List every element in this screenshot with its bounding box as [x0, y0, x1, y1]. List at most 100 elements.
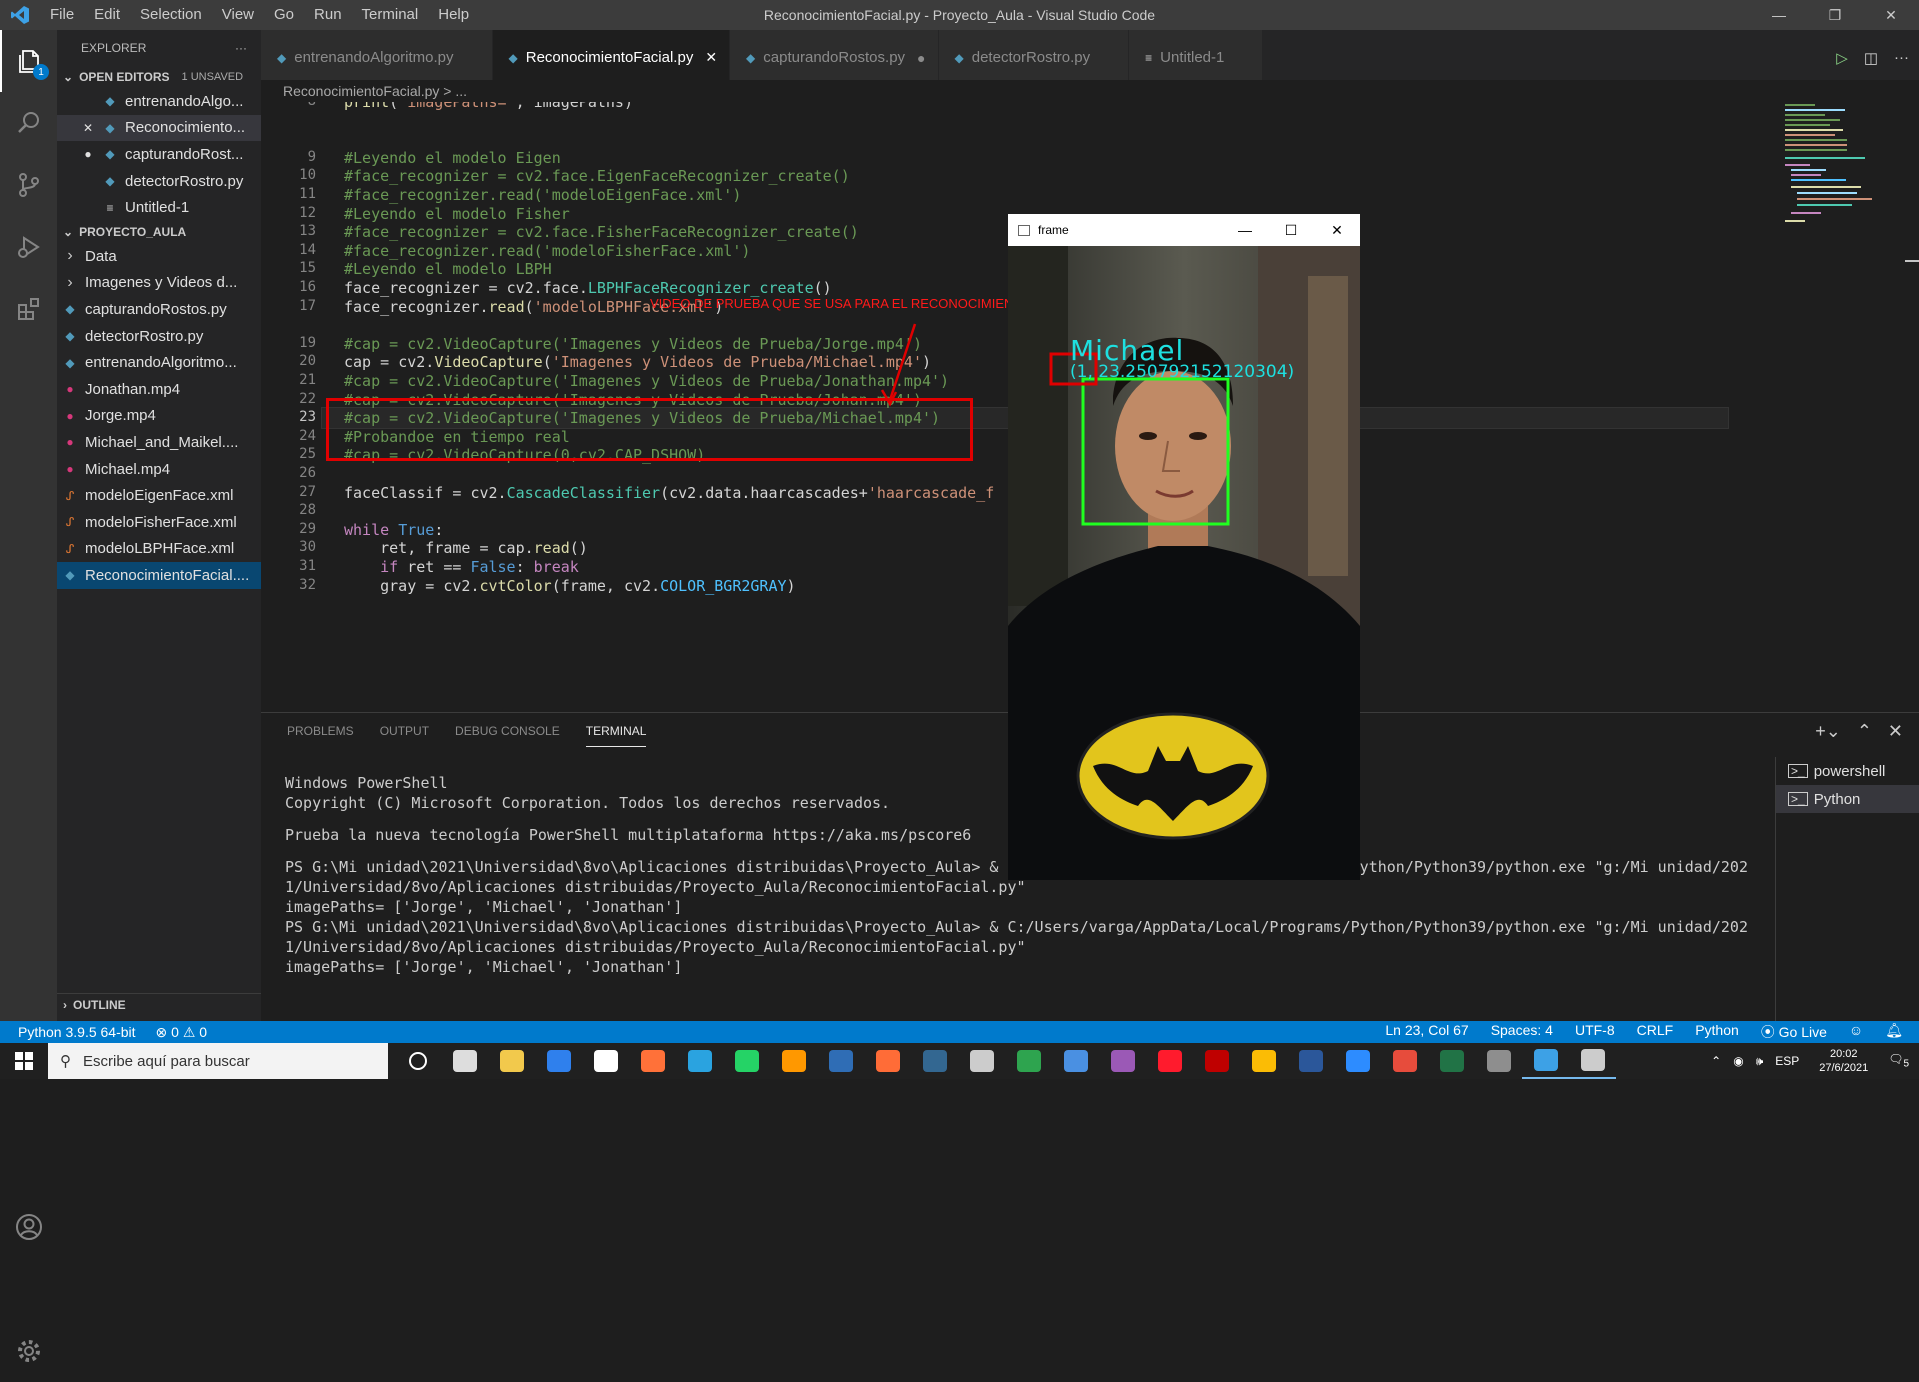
open-editor-item[interactable]: ● ◆ capturandoRost... — [57, 141, 261, 168]
problems-count[interactable]: ⊗ 0 ⚠ 0 — [156, 1024, 208, 1041]
file-explorer-icon[interactable] — [488, 1043, 535, 1079]
terminal-instance[interactable]: >_ Python — [1776, 785, 1919, 813]
run-debug-icon[interactable] — [0, 216, 57, 278]
taskbar-clock[interactable]: 20:02 27/6/2021 — [1819, 1047, 1868, 1075]
filezilla-icon[interactable] — [1193, 1043, 1240, 1079]
sublime-icon[interactable] — [770, 1043, 817, 1079]
notifications-bell-icon[interactable]: 🔔︎ — [1885, 1022, 1903, 1042]
editor-scrollbar[interactable] — [1905, 260, 1919, 262]
panel-tab-debug-console[interactable]: DEBUG CONSOLE — [455, 716, 560, 746]
source-control-icon[interactable] — [0, 154, 57, 216]
cursor-position[interactable]: Ln 23, Col 67 — [1385, 1022, 1468, 1042]
mail-icon[interactable] — [535, 1043, 582, 1079]
vscode-taskbar-icon[interactable] — [1522, 1043, 1569, 1079]
frame-maximize-button[interactable]: ☐ — [1268, 214, 1314, 246]
folder-item[interactable]: › Data — [57, 243, 261, 270]
taskbar-search-box[interactable]: ⚲ Escribe aquí para buscar — [48, 1043, 388, 1079]
close-icon[interactable]: ✕ — [77, 121, 99, 135]
file-item[interactable]: ◆ entrenandoAlgoritmo... — [57, 349, 261, 376]
beaker-icon[interactable] — [1052, 1043, 1099, 1079]
telegram-icon[interactable] — [676, 1043, 723, 1079]
github-desktop-icon[interactable] — [1099, 1043, 1146, 1079]
more-actions-icon[interactable]: ··· — [235, 41, 247, 55]
panel-tab-output[interactable]: OUTPUT — [380, 716, 429, 746]
language-indicator[interactable]: ESP — [1775, 1054, 1799, 1068]
file-item[interactable]: ᔑ modeloFisherFace.xml — [57, 509, 261, 536]
frame-window[interactable]: frame — ☐ ✕ Michael (1, 23.2507921521203… — [1008, 214, 1360, 880]
settings-gear-icon[interactable] — [0, 1320, 57, 1382]
unsaved-dot-icon[interactable]: ● — [77, 147, 99, 161]
postman-icon[interactable] — [864, 1043, 911, 1079]
file-item[interactable]: ◆ detectorRostro.py — [57, 323, 261, 350]
unity-icon[interactable] — [958, 1043, 1005, 1079]
editor-tab[interactable]: ◆ detectorRostro.py — [938, 30, 1130, 85]
python-interpreter[interactable]: Python 3.9.5 64-bit — [18, 1024, 136, 1041]
editor-tab[interactable]: ◆ entrenandoAlgoritmo.py — [261, 30, 493, 85]
postgres-icon[interactable] — [911, 1043, 958, 1079]
run-python-icon[interactable]: ▷ — [1836, 49, 1848, 67]
go-live-button[interactable]: ⦿ Go Live — [1761, 1022, 1827, 1042]
volume-icon[interactable]: 🕪︎ — [1756, 1054, 1764, 1069]
split-editor-icon[interactable]: ◫ — [1864, 49, 1878, 67]
opera-icon[interactable] — [1146, 1043, 1193, 1079]
file-item[interactable]: ᔑ modeloEigenFace.xml — [57, 482, 261, 509]
frame-close-button[interactable]: ✕ — [1314, 214, 1360, 246]
terminal-instance[interactable]: >_ powershell — [1776, 757, 1919, 785]
file-item[interactable]: ◆ capturandoRostos.py — [57, 296, 261, 323]
file-item[interactable]: ● Michael_and_Maikel.... — [57, 429, 261, 456]
firefox-icon[interactable] — [629, 1043, 676, 1079]
explorer-icon[interactable]: 1 — [0, 30, 57, 92]
zoom-icon[interactable] — [1334, 1043, 1381, 1079]
excel-icon[interactable] — [1428, 1043, 1475, 1079]
word-icon[interactable] — [1287, 1043, 1334, 1079]
restore-button[interactable]: ❐ — [1807, 0, 1863, 30]
open-editor-item[interactable]: ≡ Untitled-1 — [57, 194, 261, 221]
close-button[interactable]: ✕ — [1863, 0, 1919, 30]
minimap[interactable] — [1781, 102, 1901, 232]
menu-terminal[interactable]: Terminal — [352, 0, 429, 30]
open-editor-item[interactable]: ✕ ◆ Reconocimiento... — [57, 114, 261, 142]
chrome-dev-icon[interactable] — [1005, 1043, 1052, 1079]
menu-go[interactable]: Go — [264, 0, 304, 30]
search-icon[interactable] — [0, 92, 57, 154]
close-icon[interactable]: ✕ — [705, 49, 717, 66]
file-item[interactable]: ◆ ReconocimientoFacial.... — [57, 562, 261, 589]
file-item[interactable]: ● Jorge.mp4 — [57, 403, 261, 430]
project-header[interactable]: ⌄ PROYECTO_AULA — [57, 221, 261, 243]
file-item[interactable]: ᔑ modeloLBPHFace.xml — [57, 536, 261, 563]
star-app-icon[interactable] — [1381, 1043, 1428, 1079]
virtualbox-icon[interactable] — [817, 1043, 864, 1079]
line-ending[interactable]: CRLF — [1637, 1022, 1674, 1042]
windows-start-button[interactable] — [0, 1043, 48, 1079]
indentation[interactable]: Spaces: 4 — [1491, 1022, 1553, 1042]
menu-view[interactable]: View — [212, 0, 264, 30]
more-actions-icon[interactable]: ··· — [1894, 49, 1909, 66]
folder-item[interactable]: › Imagenes y Videos d... — [57, 270, 261, 297]
menu-run[interactable]: Run — [304, 0, 352, 30]
language-mode[interactable]: Python — [1695, 1022, 1739, 1042]
menu-edit[interactable]: Edit — [84, 0, 130, 30]
file-item[interactable]: ● Michael.mp4 — [57, 456, 261, 483]
tray-chevron-icon[interactable]: ⌃ — [1711, 1054, 1721, 1068]
menu-help[interactable]: Help — [428, 0, 479, 30]
editor-tab[interactable]: ◆ capturandoRostos.py ● — [730, 30, 939, 85]
frame-minimize-button[interactable]: — — [1222, 214, 1268, 246]
maximize-panel-icon[interactable]: ⌃ — [1857, 721, 1872, 742]
timeline-icon[interactable] — [441, 1043, 488, 1079]
new-terminal-icon[interactable]: +⌄ — [1815, 721, 1841, 742]
unsaved-dot-icon[interactable]: ● — [917, 50, 925, 66]
editor-tab[interactable]: ≡ Untitled-1 — [1129, 30, 1264, 85]
whatsapp-icon[interactable] — [723, 1043, 770, 1079]
editor-tab[interactable]: ◆ ReconocimientoFacial.py ✕ — [492, 30, 731, 85]
outline-header[interactable]: › OUTLINE — [57, 993, 261, 1015]
frame-title-bar[interactable]: frame — ☐ ✕ — [1008, 214, 1360, 246]
account-icon[interactable] — [0, 1196, 57, 1258]
minimize-button[interactable]: — — [1751, 0, 1807, 30]
chrome-icon[interactable] — [1240, 1043, 1287, 1079]
panel-tab-terminal[interactable]: TERMINAL — [585, 716, 647, 747]
network-icon[interactable]: ◉ — [1733, 1054, 1743, 1068]
task-view-icon[interactable] — [394, 1043, 441, 1079]
feedback-icon[interactable]: ☺ — [1849, 1022, 1863, 1042]
menu-selection[interactable]: Selection — [130, 0, 212, 30]
close-panel-icon[interactable]: ✕ — [1888, 721, 1903, 742]
